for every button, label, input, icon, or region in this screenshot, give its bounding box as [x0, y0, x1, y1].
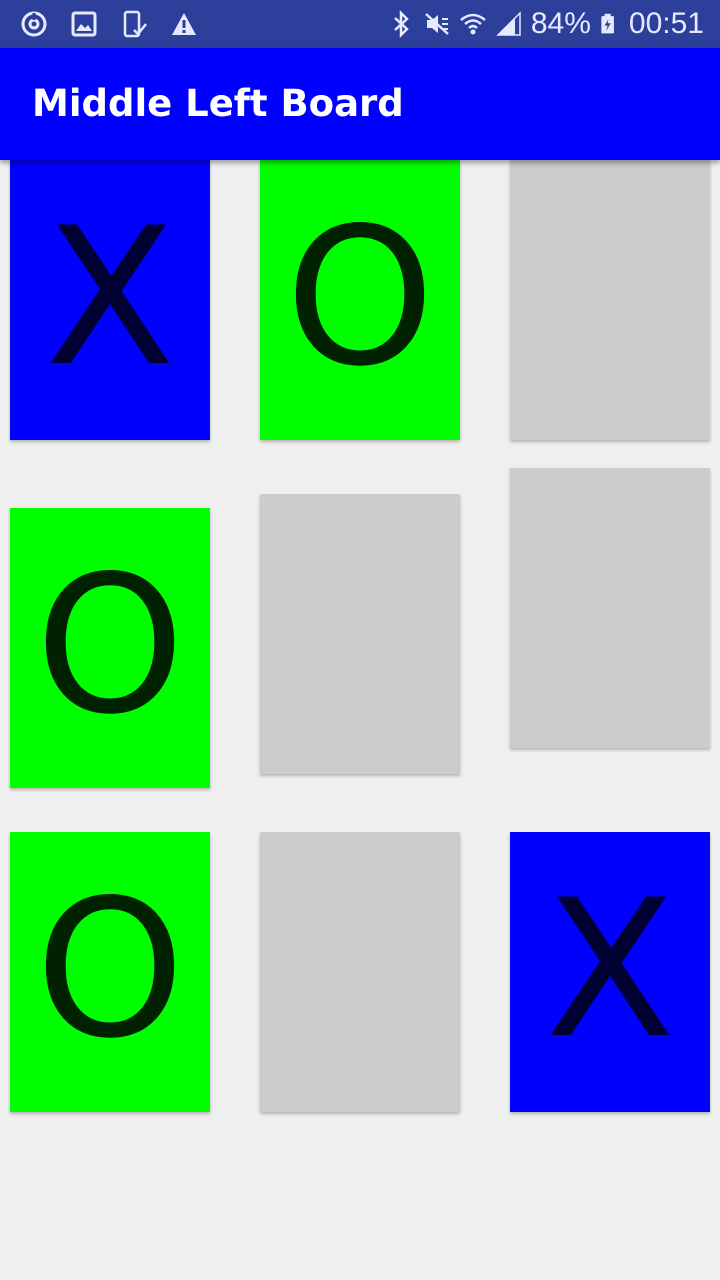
board-cell-6[interactable]	[510, 468, 710, 748]
warning-icon	[172, 13, 196, 35]
board-cell-4[interactable]: O	[10, 508, 210, 788]
board-cell-9[interactable]: X	[510, 832, 710, 1112]
gallery-icon	[71, 11, 97, 37]
cell-mark: O	[35, 535, 185, 756]
signal-icon	[496, 11, 521, 36]
cell-mark: O	[35, 859, 185, 1080]
board-cell-5[interactable]	[260, 494, 460, 774]
mute-icon	[425, 13, 449, 35]
cell-mark: X	[44, 187, 176, 408]
clock: 00:51	[628, 7, 704, 40]
status-left-icons	[20, 8, 198, 40]
sync-icon	[21, 11, 47, 37]
page-title: Middle Left Board	[32, 82, 404, 125]
status-right-icons: 84% 00:51	[387, 8, 704, 40]
app-bar: Middle Left Board	[0, 48, 720, 160]
battery-charging-icon	[601, 13, 614, 34]
board-cell-8[interactable]	[260, 832, 460, 1112]
wifi-icon	[460, 13, 486, 35]
bluetooth-icon	[394, 10, 409, 38]
board-cell-3[interactable]	[510, 160, 710, 440]
board-cell-2[interactable]: O	[260, 160, 460, 440]
cell-mark: X	[544, 859, 676, 1080]
battery-percent: 84%	[530, 7, 591, 40]
board-cell-1[interactable]: X	[10, 160, 210, 440]
status-bar: 84% 00:51	[0, 0, 720, 48]
cell-mark: O	[285, 187, 435, 408]
phone-check-icon	[123, 10, 147, 38]
board-cell-7[interactable]: O	[10, 832, 210, 1112]
